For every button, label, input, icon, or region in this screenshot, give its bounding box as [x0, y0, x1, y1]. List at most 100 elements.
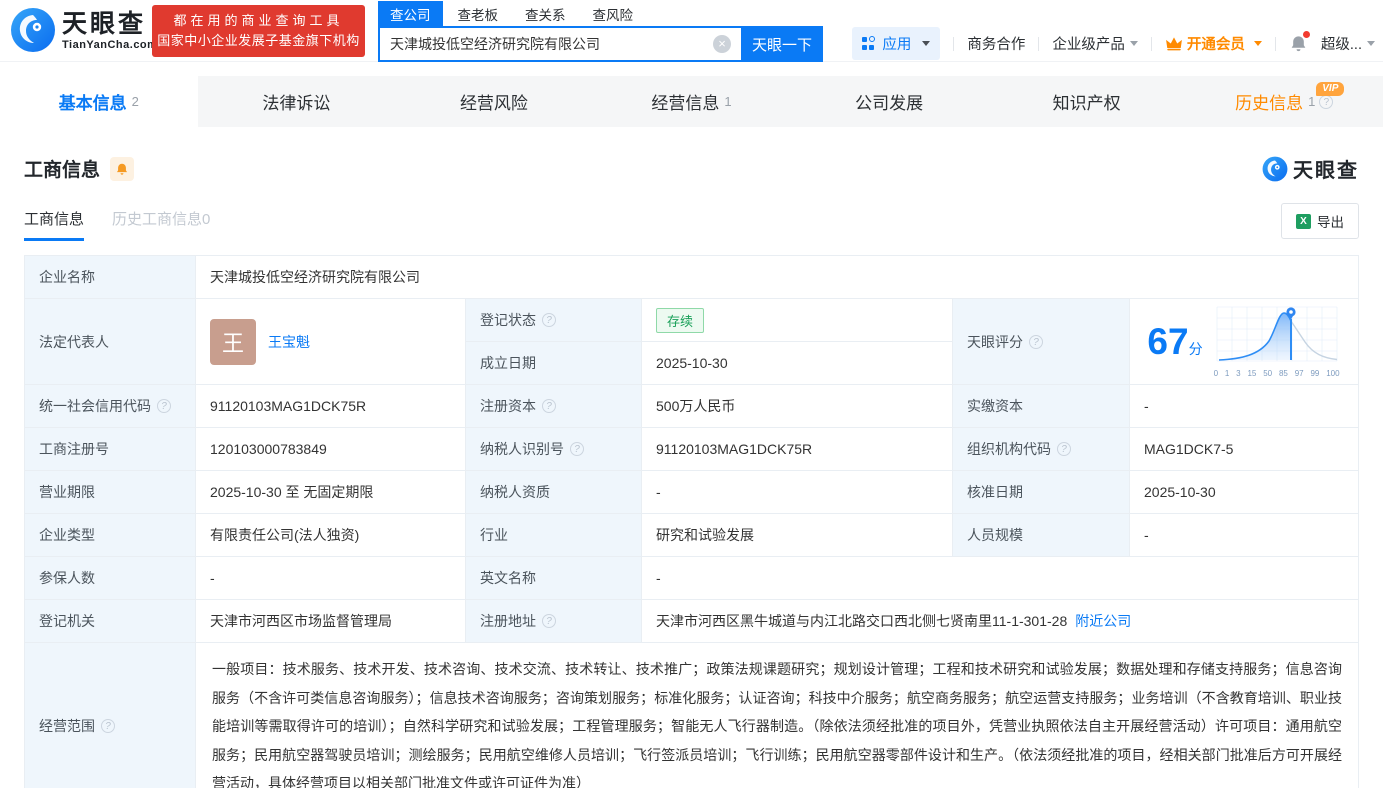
help-icon[interactable]: ? — [542, 614, 556, 628]
field-label-org-code: 组织机构代码 ? — [953, 428, 1130, 471]
field-label-industry: 行业 — [466, 514, 642, 557]
tab-count: 1 — [724, 94, 732, 109]
table-row: 企业名称 天津城投低空经济研究院有限公司 — [25, 256, 1358, 299]
search-area: 查公司 查老板 查关系 查风险 × 天眼一下 — [378, 1, 823, 62]
field-value-company-name: 天津城投低空经济研究院有限公司 — [196, 256, 1358, 299]
chevron-down-icon — [1253, 41, 1262, 46]
field-label-approval-date: 核准日期 — [953, 471, 1130, 514]
field-label-insured-count: 参保人数 — [25, 557, 196, 600]
tab-intellectual-property[interactable]: 知识产权 — [988, 76, 1186, 127]
watermark-logo: 天眼查 — [1262, 154, 1359, 183]
legal-rep-link[interactable]: 王宝魁 — [268, 332, 310, 352]
top-header: 天眼查 TianYanCha.com 都在用的商业查询工具 国家中小企业发展子基… — [0, 0, 1383, 62]
search-tab-boss[interactable]: 查老板 — [458, 4, 499, 24]
help-icon[interactable]: ? — [101, 719, 115, 734]
notifications-bell-icon[interactable] — [1289, 31, 1310, 53]
chevron-down-icon — [1367, 41, 1375, 46]
divider — [1150, 36, 1152, 51]
menu-cooperation[interactable]: 商务合作 — [967, 33, 1025, 54]
field-value-industry: 研究和试验发展 — [642, 514, 953, 557]
field-value-establish-date: 2025-10-30 — [642, 342, 953, 385]
field-label-reg-authority: 登记机关 — [25, 600, 196, 643]
subtab-business-info[interactable]: 工商信息 — [24, 208, 85, 241]
field-label-company-name: 企业名称 — [25, 256, 196, 299]
table-row: 企业类型 有限责任公司(法人独资) 行业 研究和试验发展 人员规模 - — [25, 514, 1358, 557]
field-label-tyc-score: 天眼评分 ? — [953, 299, 1130, 385]
field-value-english-name: - — [642, 557, 1358, 600]
field-label-taxpayer-id: 纳税人识别号 ? — [466, 428, 642, 471]
export-button[interactable]: X 导出 — [1281, 203, 1359, 239]
help-icon[interactable]: ? — [542, 399, 556, 413]
field-label-reg-number: 工商注册号 — [25, 428, 196, 471]
score-axis-ticks: 0 1 3 15 50 85 97 99 100 — [1213, 369, 1340, 378]
field-value-credit-code: 91120103MAG1DCK75R — [196, 385, 466, 428]
score-unit: 分 — [1188, 340, 1203, 357]
field-value-reg-authority: 天津市河西区市场监督管理局 — [196, 600, 466, 643]
notification-dot — [1302, 31, 1310, 38]
field-label-company-type: 企业类型 — [25, 514, 196, 557]
watermark-text: 天眼查 — [1293, 160, 1359, 182]
field-value-company-type: 有限责任公司(法人独资) — [196, 514, 466, 557]
field-label-establish-date: 成立日期 — [466, 342, 642, 385]
search-tab-company[interactable]: 查公司 — [378, 1, 443, 27]
clear-search-icon[interactable]: × — [713, 35, 731, 53]
help-icon[interactable]: ? — [570, 442, 584, 456]
field-value-paid-capital: - — [1130, 385, 1358, 428]
field-value-legal-rep: 王 王宝魁 — [196, 299, 466, 385]
tianyancha-watermark-icon — [1262, 156, 1288, 181]
legal-rep-avatar[interactable]: 王 — [210, 318, 256, 365]
field-label-reg-capital: 注册资本 ? — [466, 385, 642, 428]
table-row: 登记机关 天津市河西区市场监督管理局 注册地址 ? 天津市河西区黑牛城道与内江北… — [25, 600, 1358, 643]
table-row: 法定代表人 王 王宝魁 登记状态 ? 存续 成立日期 2025-10-30 天眼… — [25, 299, 1358, 385]
score-value: 67 — [1147, 320, 1189, 362]
help-icon[interactable]: ? — [157, 399, 171, 413]
header-menu: 应用 商务合作 企业级产品 开通会员 超级... — [852, 27, 1375, 60]
table-row: 工商注册号 120103000783849 纳税人识别号 ? 91120103M… — [25, 428, 1358, 471]
tab-basic-info[interactable]: 基本信息 2 — [0, 76, 198, 127]
vip-badge: VIP — [1316, 82, 1345, 96]
menu-enterprise-products[interactable]: 企业级产品 — [1052, 33, 1138, 54]
divider — [1274, 36, 1276, 51]
menu-open-vip[interactable]: 开通会员 — [1165, 33, 1262, 54]
search-tab-risk[interactable]: 查风险 — [593, 4, 634, 24]
field-label-english-name: 英文名称 — [466, 557, 642, 600]
help-icon[interactable]: ? — [1057, 442, 1071, 456]
business-info-table: 企业名称 天津城投低空经济研究院有限公司 法定代表人 王 王宝魁 登记状态 ? … — [24, 255, 1359, 788]
help-icon[interactable]: ? — [542, 313, 556, 327]
tab-operation-risk[interactable]: 经营风险 — [395, 76, 593, 127]
tyc-score-cell: 67分 0 1 3 15 50 85 97 99 100 — [1130, 299, 1358, 385]
field-label-legal-rep: 法定代表人 — [25, 299, 196, 385]
nearby-companies-link[interactable]: 附近公司 — [1075, 611, 1131, 631]
company-nav-tabs: 基本信息 2 法律诉讼 经营风险 经营信息 1 公司发展 知识产权 历史信息 1… — [0, 76, 1383, 127]
search-button[interactable]: 天眼一下 — [741, 26, 823, 62]
table-row: 经营范围 ? 一般项目：技术服务、技术开发、技术咨询、技术交流、技术转让、技术推… — [25, 643, 1358, 788]
help-icon[interactable]: ? — [1319, 94, 1334, 109]
tab-operation-info[interactable]: 经营信息 1 — [593, 76, 791, 127]
promo-badge: 都在用的商业查询工具 国家中小企业发展子基金旗下机构 — [152, 5, 365, 57]
field-label-paid-capital: 实缴资本 — [953, 385, 1130, 428]
divider — [1038, 36, 1040, 51]
tab-count: 2 — [131, 94, 139, 109]
field-value-org-code: MAG1DCK7-5 — [1130, 428, 1358, 471]
subtab-history-business-info[interactable]: 历史工商信息0 — [112, 208, 210, 241]
field-value-reg-capital: 500万人民币 — [642, 385, 953, 428]
menu-super-vip[interactable]: 超级... — [1321, 33, 1375, 54]
main-content: 工商信息 天眼查 工商信息 历史工商信息0 X 导出 企业名称 天津城投低空经济… — [0, 154, 1383, 788]
field-value-business-term: 2025-10-30 至 无固定期限 — [196, 471, 466, 514]
search-tab-relation[interactable]: 查关系 — [525, 4, 566, 24]
help-icon[interactable]: ? — [1029, 334, 1043, 349]
tab-legal-proceedings[interactable]: 法律诉讼 — [198, 76, 396, 127]
tianyancha-logo[interactable]: 天眼查 TianYanCha.com — [10, 7, 157, 53]
field-value-taxpayer-id: 91120103MAG1DCK75R — [642, 428, 953, 471]
logo-title: 天眼查 — [62, 10, 147, 38]
monitor-bell-icon[interactable] — [110, 156, 135, 181]
field-label-staff-size: 人员规模 — [953, 514, 1130, 557]
table-row: 统一社会信用代码 ? 91120103MAG1DCK75R 注册资本 ? 500… — [25, 385, 1358, 428]
promo-line-2: 国家中小企业发展子基金旗下机构 — [157, 33, 360, 48]
chevron-down-icon — [1129, 41, 1138, 46]
apps-menu[interactable]: 应用 — [852, 27, 941, 60]
tab-company-development[interactable]: 公司发展 — [790, 76, 988, 127]
search-input[interactable] — [378, 26, 741, 62]
section-title: 工商信息 — [24, 160, 101, 181]
tab-history-info[interactable]: 历史信息 1 ? VIP — [1185, 76, 1383, 127]
